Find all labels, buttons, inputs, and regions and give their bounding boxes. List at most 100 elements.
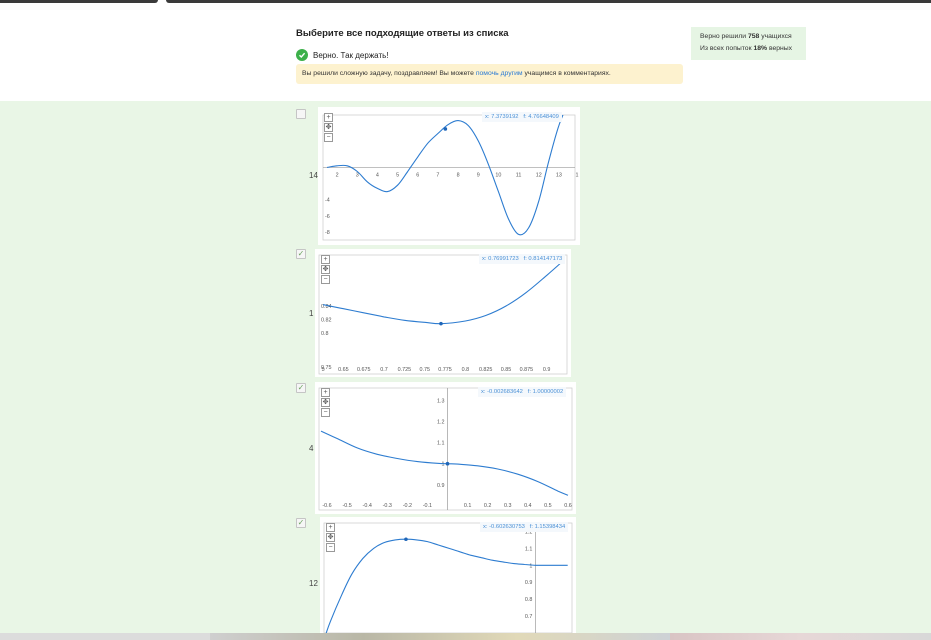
top-bar-segment-left (0, 0, 158, 3)
x-tick-label: 0.1 (464, 503, 472, 509)
pan-icon[interactable]: ✥ (326, 533, 335, 542)
option-checkbox[interactable]: ✓ (296, 383, 306, 393)
x-tick-label: 0.85 (501, 367, 512, 373)
notice-text: Вы решили сложную задачу, поздравляем! В… (302, 70, 476, 77)
x-tick-label: 0.825 (479, 367, 493, 373)
zoom-in-button[interactable]: + (324, 113, 333, 122)
plot-frame (323, 522, 573, 633)
chart-canvas: 1.21.110.90.80.7 (323, 522, 573, 633)
coordinate-readout: x: -0.602630753 f: 1.15398434 (480, 522, 569, 532)
y-tick-label: 1.1 (437, 441, 445, 447)
x-tick-label: 1 (576, 172, 579, 178)
option-label: 12 (309, 579, 318, 588)
coordinate-readout: x: 0.76991723 f: 0.814147173 (479, 254, 566, 264)
y-tick-label: -6 (325, 214, 330, 220)
x-tick-label: 3 (356, 172, 359, 178)
chart-canvas: 234567891011121314-4-6-8 (322, 114, 579, 241)
pan-icon[interactable]: ✥ (324, 123, 333, 132)
marked-point (443, 127, 448, 131)
x-tick-label: 0.4 (524, 503, 532, 509)
y-tick-label: 0.9 (437, 483, 445, 489)
bottom-strip-image (670, 633, 931, 640)
y-tick-label: 0.7 (525, 614, 533, 620)
pan-icon[interactable]: ✥ (321, 265, 330, 274)
zoom-in-button[interactable]: + (326, 523, 335, 532)
zoom-in-button[interactable]: + (321, 388, 330, 397)
y-tick-label: 1 (529, 563, 532, 569)
y-tick-label: 0.75 (321, 365, 332, 371)
option-checkbox[interactable] (296, 109, 306, 119)
help-others-link[interactable]: помочь другим (476, 70, 523, 77)
x-tick-label: 4 (376, 172, 379, 178)
x-tick-label: 0.725 (398, 367, 412, 373)
y-tick-label: 1.2 (437, 420, 445, 426)
y-tick-label: 1.3 (437, 399, 445, 405)
function-graph[interactable]: 1.2 1.1 1 0.9 0.8 0.7 x: -0.602630753 f: 1.15… (320, 517, 576, 633)
x-tick-label: 2 (336, 172, 339, 178)
pan-icon[interactable]: ✥ (321, 398, 330, 407)
stats-panel: Верно решили 758 учащихся Из всех попыто… (691, 27, 806, 60)
zoom-controls: + ✥ − (326, 523, 335, 553)
x-tick-label: 0.9 (543, 367, 551, 373)
x-tick-label: 8 (457, 172, 460, 178)
marked-point (404, 537, 408, 542)
x-tick-label: 0.2 (484, 503, 492, 509)
x-tick-label: -0.1 (423, 503, 432, 509)
x-tick-label: -0.2 (403, 503, 412, 509)
option-label: 14 (309, 171, 318, 180)
x-tick-label: -0.4 (363, 503, 372, 509)
option-label: 1 (309, 309, 314, 318)
x-tick-label: 13 (556, 172, 562, 178)
chart-canvas: 5 0.65 0.675 0.7 0.725 0.75 0.775 0.8 0.825 0.85 0… (318, 254, 568, 375)
zoom-controls: + ✥ − (321, 255, 330, 285)
zoom-out-button[interactable]: − (326, 543, 335, 552)
coordinate-readout: x: -0.002683642 f: 1.00000002 (478, 387, 567, 397)
x-tick-label: 6 (416, 172, 419, 178)
marked-point (439, 321, 443, 326)
x-tick-label: 0.7 (380, 367, 388, 373)
success-text: Верно. Так держать! (313, 50, 389, 60)
coordinate-readout: x: 7.3739192 f: 4.76648409 (482, 112, 562, 122)
stats-attempts: Из всех попыток 18% верных (700, 45, 793, 52)
x-tick-label: 0.675 (357, 367, 371, 373)
x-tick-label: 5 (396, 172, 399, 178)
stats-solved: Верно решили 758 учащихся (700, 33, 792, 40)
option-checkbox[interactable]: ✓ (296, 518, 306, 528)
x-tick-label: 0.75 (419, 367, 430, 373)
y-tick-label: 1.1 (525, 546, 533, 552)
x-tick-label: 0.65 (338, 367, 349, 373)
function-graph[interactable]: 5 0.65 0.675 0.7 0.725 0.75 0.775 0.8 0.825 0.85 0… (315, 249, 571, 377)
option-label: 4 (309, 444, 314, 453)
x-tick-label: 7 (436, 172, 439, 178)
option-checkbox[interactable]: ✓ (296, 249, 306, 259)
x-tick-label: 0.3 (504, 503, 512, 509)
zoom-out-button[interactable]: − (321, 408, 330, 417)
top-bar-segment-right (166, 0, 931, 3)
bottom-strip (0, 633, 931, 640)
function-graph[interactable]: 234567891011121314-4-6-8 x: 7.3739192 f:… (318, 107, 580, 245)
top-bar (0, 0, 931, 3)
notice-banner: Вы решили сложную задачу, поздравляем! В… (296, 64, 683, 84)
notice-text-end: учащимся в комментариях. (522, 70, 611, 77)
x-tick-label: 12 (536, 172, 542, 178)
chart-canvas: -0.6 -0.5 -0.4 -0.3 -0.2 -0.1 0.1 0.2 0.3 0.4 0.5 0… (318, 387, 573, 511)
y-tick-label: -8 (325, 230, 330, 236)
y-tick-label: -4 (325, 198, 330, 204)
zoom-controls: + ✥ − (324, 113, 333, 143)
x-tick-label: -0.5 (342, 503, 351, 509)
plot-frame (318, 387, 573, 511)
zoom-in-button[interactable]: + (321, 255, 330, 264)
y-tick-label: 1 (442, 462, 445, 468)
x-tick-label: 0.8 (462, 367, 470, 373)
x-tick-label: -0.3 (383, 503, 392, 509)
x-tick-label: -0.6 (322, 503, 331, 509)
function-curve (326, 115, 564, 236)
x-tick-label: 10 (495, 172, 501, 178)
zoom-out-button[interactable]: − (321, 275, 330, 284)
bottom-strip-image (210, 633, 670, 640)
x-tick-label: 11 (516, 172, 522, 178)
y-tick-label: 0.82 (321, 318, 332, 324)
function-graph[interactable]: -0.6 -0.5 -0.4 -0.3 -0.2 -0.1 0.1 0.2 0.3 0.4 0.5 0… (315, 382, 576, 514)
x-tick-label: 0.875 (520, 367, 534, 373)
zoom-out-button[interactable]: − (324, 133, 333, 142)
